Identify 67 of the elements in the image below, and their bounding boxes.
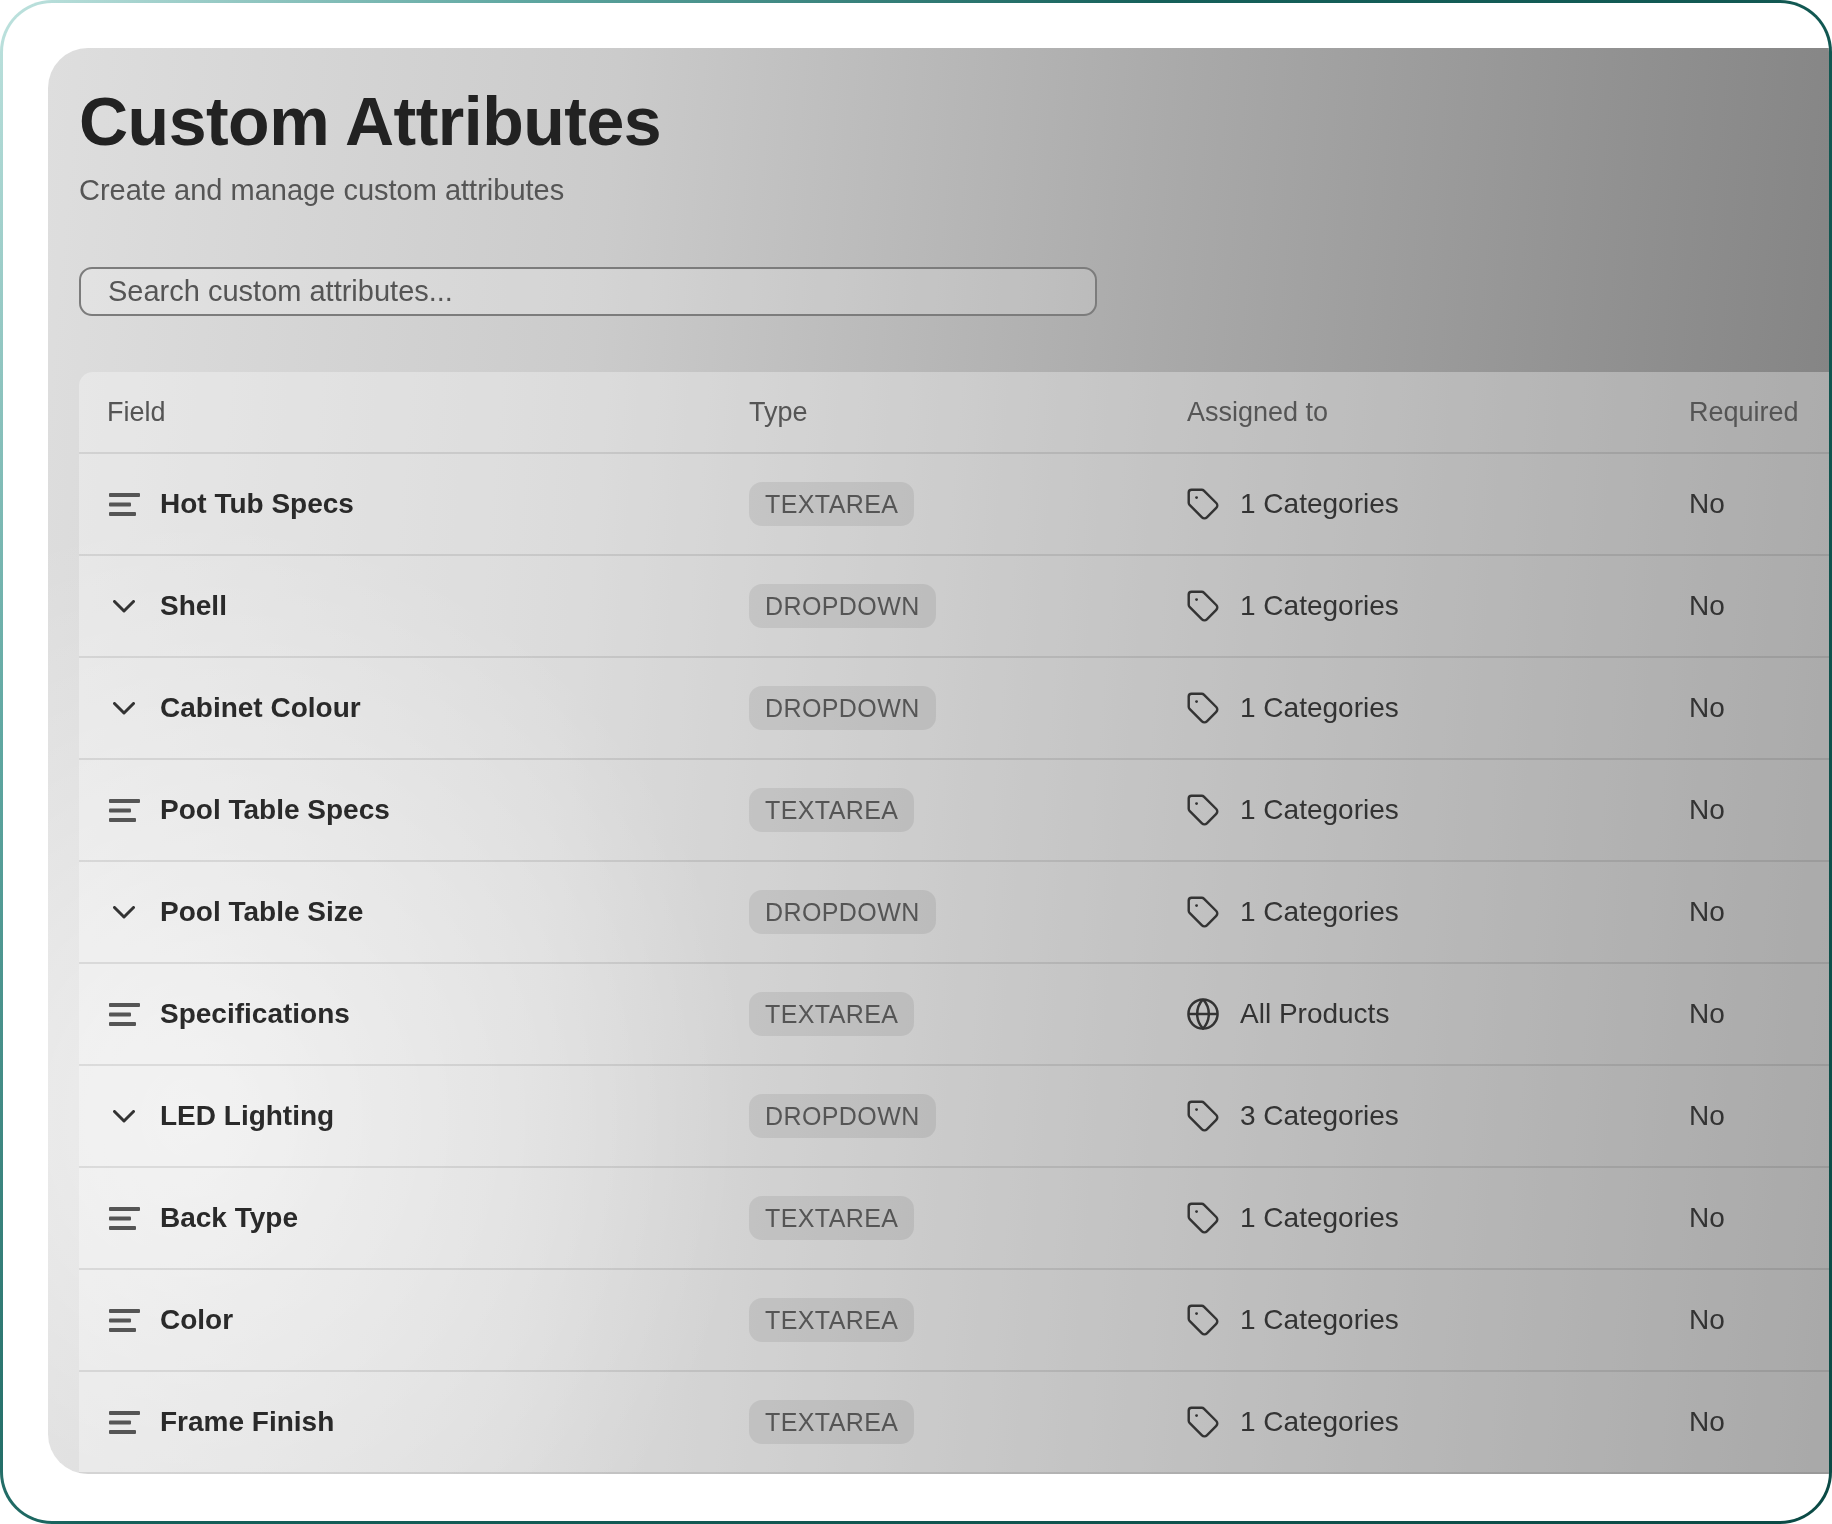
column-header: Type <box>749 396 808 428</box>
text-lines-icon <box>109 492 140 516</box>
field-name: Cabinet Colour <box>160 692 361 724</box>
chevron-down-icon <box>113 599 135 613</box>
field-name: Hot Tub Specs <box>160 488 354 520</box>
page-subtitle: Create and manage custom attributes <box>79 173 565 208</box>
globe-icon <box>1187 998 1219 1030</box>
field-name: Pool Table Specs <box>160 794 390 826</box>
assigned-to-text: 3 Categories <box>1240 1100 1399 1132</box>
type-badge: TEXTAREA <box>749 992 915 1036</box>
type-badge: TEXTAREA <box>749 482 915 526</box>
field-name: Shell <box>160 590 227 622</box>
tag-icon <box>1187 794 1219 826</box>
required-value: No <box>1689 1100 1725 1132</box>
assigned-to-text: 1 Categories <box>1240 488 1399 520</box>
type-badge: DROPDOWN <box>749 686 936 730</box>
assigned-to-text: 1 Categories <box>1240 1406 1399 1438</box>
field-name: Color <box>160 1304 234 1336</box>
required-value: No <box>1689 692 1725 724</box>
field-name: Specifications <box>160 998 350 1030</box>
type-badge: TEXTAREA <box>749 1298 915 1342</box>
assigned-to-text: 1 Categories <box>1240 1202 1399 1234</box>
type-badge: TEXTAREA <box>749 788 915 832</box>
text-lines-icon <box>109 798 140 822</box>
assigned-to-text: 1 Categories <box>1240 896 1399 928</box>
assigned-to-text: 1 Categories <box>1240 590 1399 622</box>
chevron-down-icon <box>113 1109 135 1123</box>
tag-icon <box>1187 1304 1219 1336</box>
field-name: Pool Table Size <box>160 896 364 928</box>
page-title: Custom Attributes <box>79 84 662 159</box>
text-lines-icon <box>109 1002 140 1026</box>
assigned-to-text: 1 Categories <box>1240 794 1399 826</box>
assigned-to-text: All Products <box>1240 998 1390 1030</box>
field-name: Frame Finish <box>160 1406 335 1438</box>
assigned-to-text: 1 Categories <box>1240 692 1399 724</box>
required-value: No <box>1689 896 1725 928</box>
field-name: LED Lighting <box>160 1100 335 1132</box>
required-value: No <box>1689 794 1725 826</box>
required-value: No <box>1689 998 1725 1030</box>
required-value: No <box>1689 488 1725 520</box>
required-value: No <box>1689 1304 1725 1336</box>
column-header: Assigned to <box>1187 396 1329 428</box>
type-badge: TEXTAREA <box>749 1400 915 1444</box>
column-header: Required <box>1689 396 1799 428</box>
tag-icon <box>1187 1100 1219 1132</box>
type-badge: DROPDOWN <box>749 1094 936 1138</box>
chevron-down-icon <box>113 905 135 919</box>
tag-icon <box>1187 1406 1219 1438</box>
tag-icon <box>1187 692 1219 724</box>
tag-icon <box>1187 896 1219 928</box>
tag-icon <box>1187 1202 1219 1234</box>
field-name: Back Type <box>160 1202 298 1234</box>
chevron-down-icon <box>113 701 135 715</box>
tag-icon <box>1187 488 1219 520</box>
tag-icon <box>1187 590 1219 622</box>
text-lines-icon <box>109 1410 140 1434</box>
column-header: Field <box>107 396 166 428</box>
required-value: No <box>1689 590 1725 622</box>
text-lines-icon <box>109 1206 140 1230</box>
search-field[interactable]: Search custom attributes... <box>79 267 1097 316</box>
type-badge: DROPDOWN <box>749 890 936 934</box>
type-badge: TEXTAREA <box>749 1196 915 1240</box>
assigned-to-text: 1 Categories <box>1240 1304 1399 1336</box>
required-value: No <box>1689 1202 1725 1234</box>
required-value: No <box>1689 1406 1725 1438</box>
text-lines-icon <box>109 1308 140 1332</box>
type-badge: DROPDOWN <box>749 584 936 628</box>
